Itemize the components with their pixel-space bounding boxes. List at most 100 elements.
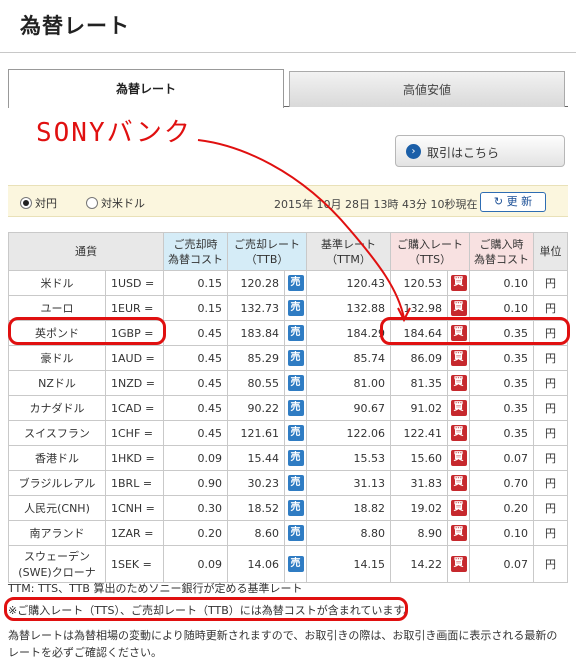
buy-chip: 買: [447, 545, 470, 583]
title-divider: [0, 52, 576, 53]
ttb-rate: 121.61: [227, 420, 285, 446]
currency-name: 人民元(CNH): [8, 495, 106, 521]
header-buy-cost: ご購入時 為替コスト: [469, 232, 534, 271]
buy-button[interactable]: 買: [450, 425, 467, 441]
ttb-rate: 14.06: [227, 545, 285, 583]
sell-button[interactable]: 売: [287, 275, 304, 291]
sell-button[interactable]: 売: [287, 525, 304, 541]
refresh-label: 更 新: [506, 195, 533, 208]
currency-unit: 1BRL =: [105, 470, 164, 496]
header-unit: 単位: [533, 232, 568, 271]
page-title: 為替レート: [20, 14, 130, 38]
ttm-rate: 122.06: [306, 420, 391, 446]
currency-unit: 1CAD =: [105, 395, 164, 421]
buy-cost: 0.10: [469, 295, 534, 321]
buy-cost: 0.70: [469, 470, 534, 496]
buy-button[interactable]: 買: [450, 525, 467, 541]
buy-button[interactable]: 買: [450, 375, 467, 391]
sell-chip: 売: [284, 295, 307, 321]
ttm-rate: 132.88: [306, 295, 391, 321]
buy-button[interactable]: 買: [450, 500, 467, 516]
sell-button[interactable]: 売: [287, 375, 304, 391]
refresh-button[interactable]: ↻ 更 新: [480, 192, 546, 212]
buy-button[interactable]: 買: [450, 450, 467, 466]
buy-button[interactable]: 買: [450, 275, 467, 291]
unit-yen: 円: [533, 495, 568, 521]
ttb-rate: 18.52: [227, 495, 285, 521]
ttm-rate: 14.15: [306, 545, 391, 583]
sell-button[interactable]: 売: [287, 556, 304, 572]
buy-cost: 0.07: [469, 545, 534, 583]
buy-chip: 買: [447, 345, 470, 371]
table-row: 英ポンド 1GBP = 0.45 183.84 売 184.29 184.64 買 0.35 円: [8, 320, 568, 346]
buy-button[interactable]: 買: [450, 475, 467, 491]
ttb-rate: 80.55: [227, 370, 285, 396]
sell-cost: 0.45: [163, 345, 228, 371]
ttm-rate: 90.67: [306, 395, 391, 421]
buy-button[interactable]: 買: [450, 556, 467, 572]
timestamp: 2015年 10月 28日 13時 43分 10秒現在: [274, 198, 478, 211]
header-ttm: 基準レート （TTM）: [306, 232, 391, 271]
buy-button[interactable]: 買: [450, 325, 467, 341]
sell-button[interactable]: 売: [287, 325, 304, 341]
sell-chip: 売: [284, 270, 307, 296]
unit-yen: 円: [533, 395, 568, 421]
table-row: スイスフラン 1CHF = 0.45 121.61 売 122.06 122.41 買 0.35…: [8, 420, 568, 446]
radio-yen[interactable]: 対円: [20, 195, 57, 211]
buy-chip: 買: [447, 320, 470, 346]
currency-unit: 1HKD =: [105, 445, 164, 471]
table-row: 人民元(CNH) 1CNH = 0.30 18.52 売 18.82 19.02 買 0.20 円: [8, 495, 568, 521]
header-currency: 通貨: [8, 232, 164, 271]
tts-rate: 91.02: [390, 395, 448, 421]
table-row: 豪ドル 1AUD = 0.45 85.29 売 85.74 86.09 買 0.35 円: [8, 345, 568, 371]
ttm-note: TTM: TTS、TTB 算出のためソニー銀行が定める基準レート: [8, 582, 303, 595]
sell-cost: 0.45: [163, 320, 228, 346]
tts-rate: 14.22: [390, 545, 448, 583]
tts-rate: 86.09: [390, 345, 448, 371]
radio-usd-label: 対米ドル: [101, 197, 145, 210]
tts-rate: 19.02: [390, 495, 448, 521]
radio-usd[interactable]: 対米ドル: [86, 195, 145, 211]
buy-cost: 0.10: [469, 270, 534, 296]
sell-button[interactable]: 売: [287, 300, 304, 316]
sell-button[interactable]: 売: [287, 500, 304, 516]
buy-chip: 買: [447, 370, 470, 396]
sell-cost: 0.20: [163, 520, 228, 546]
radio-yen-label: 対円: [35, 197, 57, 210]
currency-name: 米ドル: [8, 270, 106, 296]
unit-yen: 円: [533, 320, 568, 346]
ttm-rate: 81.00: [306, 370, 391, 396]
sell-chip: 売: [284, 370, 307, 396]
sell-chip: 売: [284, 495, 307, 521]
buy-chip: 買: [447, 295, 470, 321]
trade-button[interactable]: › 取引はこちら: [395, 135, 565, 167]
sell-button[interactable]: 売: [287, 350, 304, 366]
buy-cost: 0.10: [469, 520, 534, 546]
tab-exchange-rate[interactable]: 為替レート: [8, 69, 284, 108]
sell-button[interactable]: 売: [287, 400, 304, 416]
buy-button[interactable]: 買: [450, 300, 467, 316]
sell-cost: 0.15: [163, 270, 228, 296]
sell-button[interactable]: 売: [287, 450, 304, 466]
currency-unit: 1AUD =: [105, 345, 164, 371]
unit-yen: 円: [533, 445, 568, 471]
ttb-rate: 30.23: [227, 470, 285, 496]
ttb-rate: 15.44: [227, 445, 285, 471]
buy-button[interactable]: 買: [450, 350, 467, 366]
unit-yen: 円: [533, 270, 568, 296]
unit-yen: 円: [533, 370, 568, 396]
ttb-rate: 183.84: [227, 320, 285, 346]
sell-button[interactable]: 売: [287, 475, 304, 491]
buy-button[interactable]: 買: [450, 400, 467, 416]
rates-table: 通貨 ご売却時 為替コスト ご売却レート （TTB） 基準レート （TTM） ご…: [8, 232, 568, 583]
tab-high-low[interactable]: 高値安値: [289, 71, 565, 107]
tts-rate: 120.53: [390, 270, 448, 296]
header-tts: ご購入レート （TTS）: [390, 232, 470, 271]
sell-chip: 売: [284, 345, 307, 371]
refresh-icon: ↻: [493, 195, 504, 208]
header-sell-cost: ご売却時 為替コスト: [163, 232, 228, 271]
sell-button[interactable]: 売: [287, 425, 304, 441]
currency-name: 英ポンド: [8, 320, 106, 346]
currency-unit: 1EUR =: [105, 295, 164, 321]
buy-cost: 0.35: [469, 370, 534, 396]
